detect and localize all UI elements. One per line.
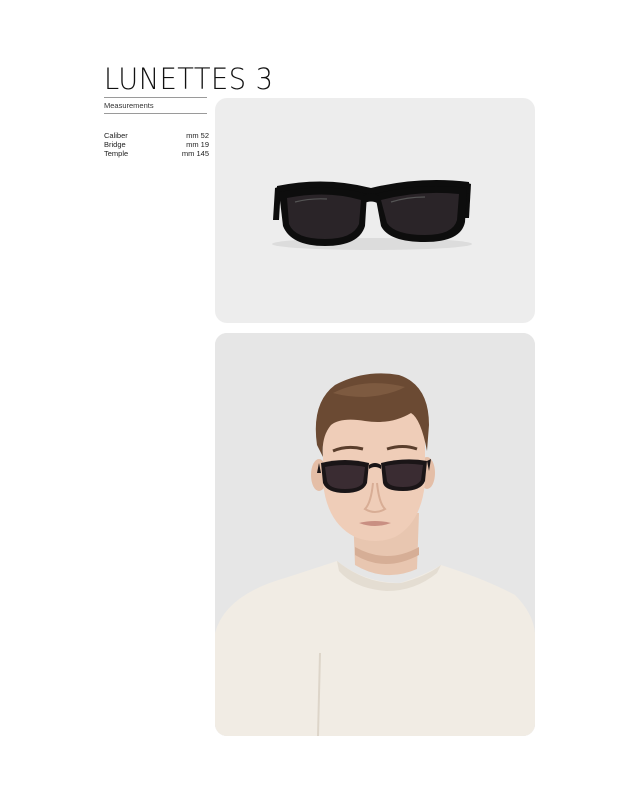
spec-value: mm 145 (181, 149, 209, 158)
measurements-label: Measurements (104, 101, 154, 110)
model-wearing-sunglasses-photo (215, 333, 535, 736)
spec-value: mm 19 (186, 140, 209, 149)
spec-label: Temple (104, 149, 129, 158)
product-title: LUNETTES 3 (104, 62, 274, 96)
spec-label: Bridge (104, 140, 126, 149)
model-photo-panel (215, 333, 535, 736)
measurements-header: Measurements (104, 97, 207, 114)
spec-row-temple: Temple mm 145 (104, 149, 209, 158)
product-photo-panel (215, 98, 535, 323)
divider-bottom (104, 113, 207, 114)
spec-value: mm 52 (186, 131, 209, 140)
spec-label: Caliber (104, 131, 128, 140)
sunglasses-product-photo (272, 180, 472, 250)
measurements-list: Caliber mm 52 Bridge mm 19 Temple mm 145 (104, 131, 209, 158)
spec-row-bridge: Bridge mm 19 (104, 140, 209, 149)
spec-row-caliber: Caliber mm 52 (104, 131, 209, 140)
